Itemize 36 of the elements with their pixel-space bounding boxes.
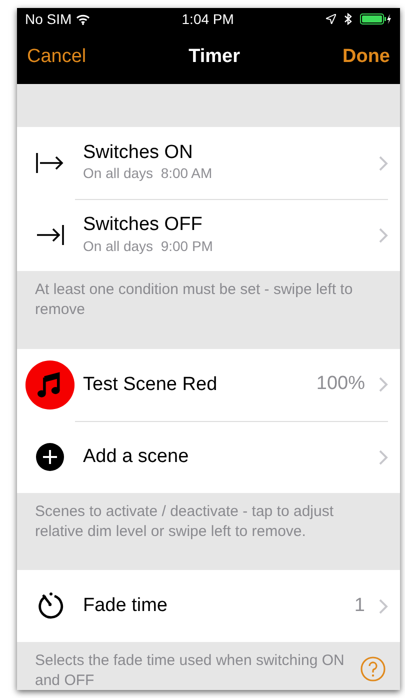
help-icon[interactable] — [360, 656, 386, 682]
chevron-icon — [379, 598, 388, 614]
chevron-icon — [379, 450, 388, 464]
section-footer-text: Scenes to activate / deactivate - tap to adjust relative dim level or swipe left to remove. — [34, 502, 335, 542]
row-value: 1 — [354, 594, 365, 618]
wifi-icon — [76, 14, 90, 24]
battery-charging-icon — [360, 13, 392, 25]
table-row[interactable]: Test Scene Red 100% — [17, 348, 400, 420]
add-icon — [36, 442, 64, 470]
row-title: Fade time — [83, 595, 168, 617]
carrier-label: No SIM — [25, 10, 72, 28]
chevron-icon — [379, 377, 388, 392]
bluetooth-icon — [344, 13, 352, 25]
screen-title: Timer — [188, 44, 240, 69]
row-subtitle: On all days 9:00 PM — [83, 236, 214, 256]
chevron-icon — [379, 156, 388, 170]
section-footer-text: At least one condition must be set - swipe left to remove — [34, 280, 354, 320]
clock-time: 1:04 PM — [182, 10, 234, 28]
location-arrow-icon — [326, 14, 336, 24]
section-footer-text: Selects the fade time used when switching ON and OFF — [34, 651, 346, 690]
row-title: Switches ON — [83, 142, 194, 164]
table-row[interactable]: Switches ON On all days 8:00 AM — [17, 127, 400, 199]
row-value: 100% — [316, 372, 365, 396]
row-title: Switches OFF — [83, 214, 204, 236]
done-button[interactable]: Done — [342, 42, 390, 72]
timer-icon — [36, 592, 64, 620]
table-row[interactable]: Switches OFF On all days 9:00 PM — [17, 199, 400, 271]
chevron-icon — [379, 228, 388, 243]
start-arrow-icon — [35, 152, 65, 174]
row-title: Add a scene — [83, 446, 190, 468]
row-subtitle: On all days 8:00 AM — [83, 164, 214, 184]
table-row[interactable]: Fade time 1 — [17, 570, 400, 642]
row-title: Test Scene Red — [83, 374, 218, 396]
end-arrow-icon — [35, 224, 65, 246]
table-row[interactable]: Add a scene — [17, 420, 400, 492]
cancel-button[interactable]: Cancel — [27, 42, 86, 72]
